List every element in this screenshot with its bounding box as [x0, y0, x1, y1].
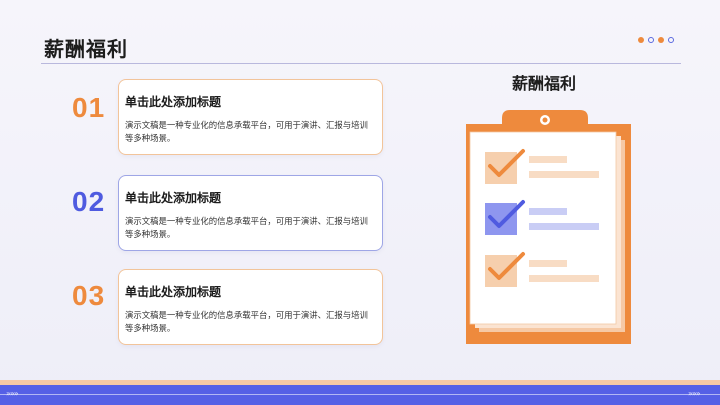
- content-card-1[interactable]: 单击此处添加标题 演示文稿是一种专业化的信息承载平台，可用于演讲、汇报与培训等多…: [118, 79, 383, 155]
- chevron-right-icon: »»»: [6, 389, 19, 398]
- item-number-2: 02: [72, 186, 106, 217]
- dot-icon: [638, 37, 644, 43]
- dot-icon: [648, 37, 654, 43]
- content-card-2[interactable]: 单击此处添加标题 演示文稿是一种专业化的信息承载平台，可用于演讲、汇报与培训等多…: [118, 175, 383, 251]
- footer-bar: »»» »»»: [0, 385, 720, 405]
- page-title: 薪酬福利: [44, 37, 128, 61]
- clipboard-checklist-icon: [466, 110, 631, 344]
- item-number-1: 01: [72, 92, 106, 123]
- illustration-title: 薪酬福利: [511, 74, 576, 93]
- dot-icon: [658, 37, 664, 43]
- header-divider: [41, 63, 681, 64]
- card-description[interactable]: 演示文稿是一种专业化的信息承载平台，可用于演讲、汇报与培训等多种场景。: [125, 215, 374, 240]
- card-title[interactable]: 单击此处添加标题: [125, 283, 374, 300]
- chevron-right-icon: »»»: [688, 389, 701, 398]
- card-description[interactable]: 演示文稿是一种专业化的信息承载平台，可用于演讲、汇报与培训等多种场景。: [125, 309, 374, 334]
- content-card-3[interactable]: 单击此处添加标题 演示文稿是一种专业化的信息承载平台，可用于演讲、汇报与培训等多…: [118, 269, 383, 345]
- footer-line: [0, 394, 720, 395]
- card-description[interactable]: 演示文稿是一种专业化的信息承载平台，可用于演讲、汇报与培训等多种场景。: [125, 119, 374, 144]
- card-title[interactable]: 单击此处添加标题: [125, 189, 374, 206]
- card-title[interactable]: 单击此处添加标题: [125, 93, 374, 110]
- dot-icon: [668, 37, 674, 43]
- decorative-dots: [638, 37, 674, 43]
- item-number-3: 03: [72, 280, 106, 311]
